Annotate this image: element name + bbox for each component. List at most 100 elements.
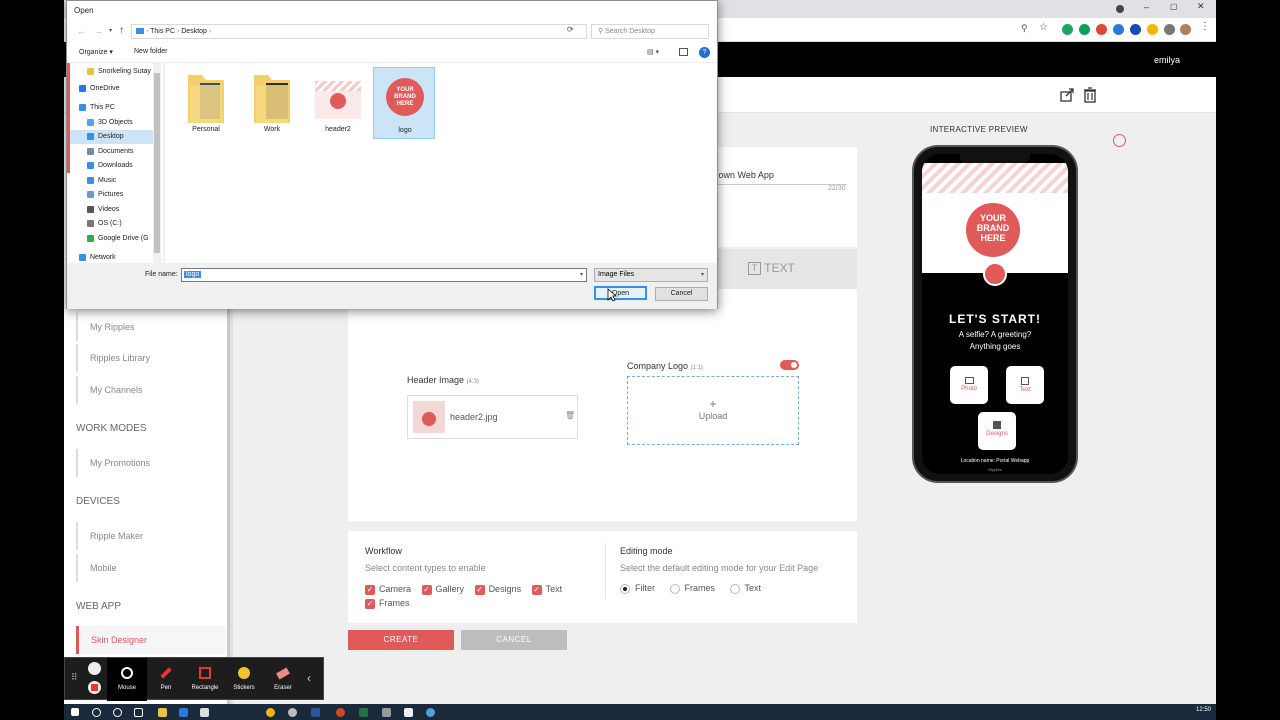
help-icon[interactable]: ? xyxy=(699,47,710,58)
maximize-window-icon[interactable]: ▢ xyxy=(1170,2,1178,11)
extension-icon-green[interactable] xyxy=(1062,24,1073,35)
checkbox-text[interactable]: ✓ Text xyxy=(531,584,562,595)
header-image-file[interactable]: header2.jpg 🗑 xyxy=(407,395,578,439)
file-name-input[interactable]: logo ▾ xyxy=(181,268,587,282)
app-icon-notes[interactable] xyxy=(382,708,391,717)
up-arrow-icon[interactable]: ↑ xyxy=(119,25,124,36)
zoom-icon[interactable]: ⚲ xyxy=(1021,23,1028,34)
file-name-dropdown-icon[interactable]: ▾ xyxy=(580,269,583,281)
tree-scrollbar[interactable] xyxy=(153,63,161,263)
tree-item[interactable]: OS (C:) xyxy=(67,217,159,231)
checkbox-gallery[interactable]: ✓ Gallery xyxy=(421,584,464,595)
user-name[interactable]: emilya xyxy=(1154,55,1180,65)
organize-menu[interactable]: Organize ▾ xyxy=(79,48,113,56)
bookmark-star-icon[interactable]: ☆ xyxy=(1039,22,1048,33)
preview-tile-designs[interactable]: Designs xyxy=(978,412,1016,450)
logo-upload-zone[interactable]: + Upload xyxy=(627,376,799,445)
tree-item[interactable]: Desktop xyxy=(67,130,159,144)
recorder-tool-mouse[interactable]: Mouse xyxy=(107,658,147,701)
sidebar-item-ripples-library[interactable]: Ripples Library xyxy=(76,344,226,372)
preview-tile-photo[interactable]: Photo xyxy=(950,366,988,404)
tab-text[interactable]: T TEXT xyxy=(748,261,795,276)
extension-icon-gdrive[interactable] xyxy=(1147,24,1158,35)
tree-item[interactable]: 3D Objects xyxy=(67,116,159,130)
recorder-tool-pen[interactable]: Pen xyxy=(146,658,186,701)
store-icon[interactable] xyxy=(200,708,209,717)
extension-icon-puzzle[interactable] xyxy=(1164,24,1175,35)
recorder-tool-eraser[interactable]: Eraser xyxy=(263,658,303,701)
app-icon-powerpoint[interactable] xyxy=(336,708,345,717)
edge-icon[interactable] xyxy=(179,708,188,717)
open-button[interactable]: Open xyxy=(594,286,647,300)
checkbox-designs[interactable]: ✓ Designs xyxy=(474,584,521,595)
taskbar-search-icon[interactable] xyxy=(92,708,101,717)
new-folder-button[interactable]: New folder xyxy=(134,48,167,55)
sidebar-item-skin-designer[interactable]: Skin Designer xyxy=(76,626,226,654)
tree-item[interactable]: Music xyxy=(67,174,159,188)
share-icon[interactable] xyxy=(1059,87,1075,103)
company-logo-toggle[interactable] xyxy=(780,360,799,370)
sidebar-item-mobile[interactable]: Mobile xyxy=(76,554,226,582)
create-button[interactable]: CREATE xyxy=(348,630,454,650)
forward-arrow-icon[interactable]: → xyxy=(94,26,103,36)
tree-item[interactable]: Google Drive (G xyxy=(67,232,159,246)
minimize-window-icon[interactable]: – xyxy=(1144,2,1149,12)
app-icon-settings[interactable] xyxy=(288,708,297,717)
file-type-select[interactable]: Image Files ▾ xyxy=(594,268,708,282)
extension-icon-red[interactable] xyxy=(1096,24,1107,35)
app-icon-word[interactable] xyxy=(311,708,320,717)
tree-item[interactable]: OneDrive xyxy=(67,82,159,96)
windows-start-icon[interactable] xyxy=(71,708,79,716)
extension-icon-blue[interactable] xyxy=(1113,24,1124,35)
minimize-button[interactable] xyxy=(1116,5,1124,13)
tree-item[interactable]: This PC xyxy=(67,101,159,115)
extension-icon-teal[interactable] xyxy=(1079,24,1090,35)
radio-filter[interactable]: Filter xyxy=(620,583,655,594)
delete-file-icon[interactable]: 🗑 xyxy=(565,411,575,420)
view-options-icon[interactable]: ▤ ▾ xyxy=(647,48,659,56)
app-icon-droplet[interactable] xyxy=(426,708,435,717)
recorder-tool-stickers[interactable]: Stickers xyxy=(224,658,264,701)
sidebar-item-ripple-maker[interactable]: Ripple Maker xyxy=(76,522,226,550)
tree-item[interactable]: Videos xyxy=(67,203,159,217)
back-arrow-icon[interactable]: ← xyxy=(77,26,86,36)
search-desktop-field[interactable]: ⚲ Search Desktop xyxy=(591,24,709,39)
drag-handle-icon[interactable]: ⠿ xyxy=(71,672,78,683)
more-menu-icon[interactable]: ⋮ xyxy=(1200,21,1210,32)
file-item-work[interactable]: Work xyxy=(241,67,303,139)
tree-item[interactable]: Documents xyxy=(67,145,159,159)
file-item-header2[interactable]: header2 xyxy=(307,67,369,139)
cancel-button[interactable]: CANCEL xyxy=(461,630,567,650)
checkbox-frames[interactable]: ✓ Frames xyxy=(365,598,410,609)
tree-item[interactable]: Downloads xyxy=(67,159,159,173)
trash-icon[interactable] xyxy=(1083,87,1097,103)
dialog-cancel-button[interactable]: Cancel xyxy=(655,287,708,301)
tree-item[interactable]: Pictures xyxy=(67,188,159,202)
file-item-personal[interactable]: Personal xyxy=(175,67,237,139)
radio-text[interactable]: Text xyxy=(729,583,761,594)
recent-dropdown-icon[interactable]: ▾ xyxy=(109,27,112,34)
address-field[interactable]: › This PC › Desktop › xyxy=(131,24,587,39)
checkbox-camera[interactable]: ✓ Camera xyxy=(365,584,411,595)
task-view-icon[interactable] xyxy=(134,708,143,717)
breadcrumb-desktop[interactable]: Desktop xyxy=(181,28,207,35)
sidebar-item-my-ripples[interactable]: My Ripples xyxy=(76,313,226,341)
tree-item[interactable]: Snorkeling Sutay xyxy=(67,65,159,79)
sidebar-item-my-promotions[interactable]: My Promotions xyxy=(76,449,226,477)
radio-frames[interactable]: Frames xyxy=(669,583,715,594)
file-explorer-icon[interactable] xyxy=(158,708,167,717)
preview-pane-icon[interactable] xyxy=(679,48,688,56)
pause-button[interactable] xyxy=(88,662,101,675)
profile-avatar[interactable] xyxy=(1180,24,1191,35)
file-item-logo[interactable]: YOUR BRAND HERE logo xyxy=(373,67,435,139)
breadcrumb-this-pc[interactable]: This PC xyxy=(150,28,175,35)
collapse-chevron-icon[interactable]: ‹ xyxy=(307,671,311,685)
refresh-icon[interactable]: ⟳ xyxy=(567,25,574,34)
preview-exit-icon[interactable] xyxy=(1113,134,1126,147)
close-window-icon[interactable]: ✕ xyxy=(1197,1,1205,12)
recorder-tool-rectangle[interactable]: Rectangle xyxy=(185,658,225,701)
cortana-icon[interactable] xyxy=(113,708,122,717)
app-icon-chrome-active[interactable] xyxy=(266,708,275,717)
extension-icon-navy[interactable] xyxy=(1130,24,1141,35)
taskbar-clock[interactable]: 12:50 xyxy=(1196,707,1211,713)
